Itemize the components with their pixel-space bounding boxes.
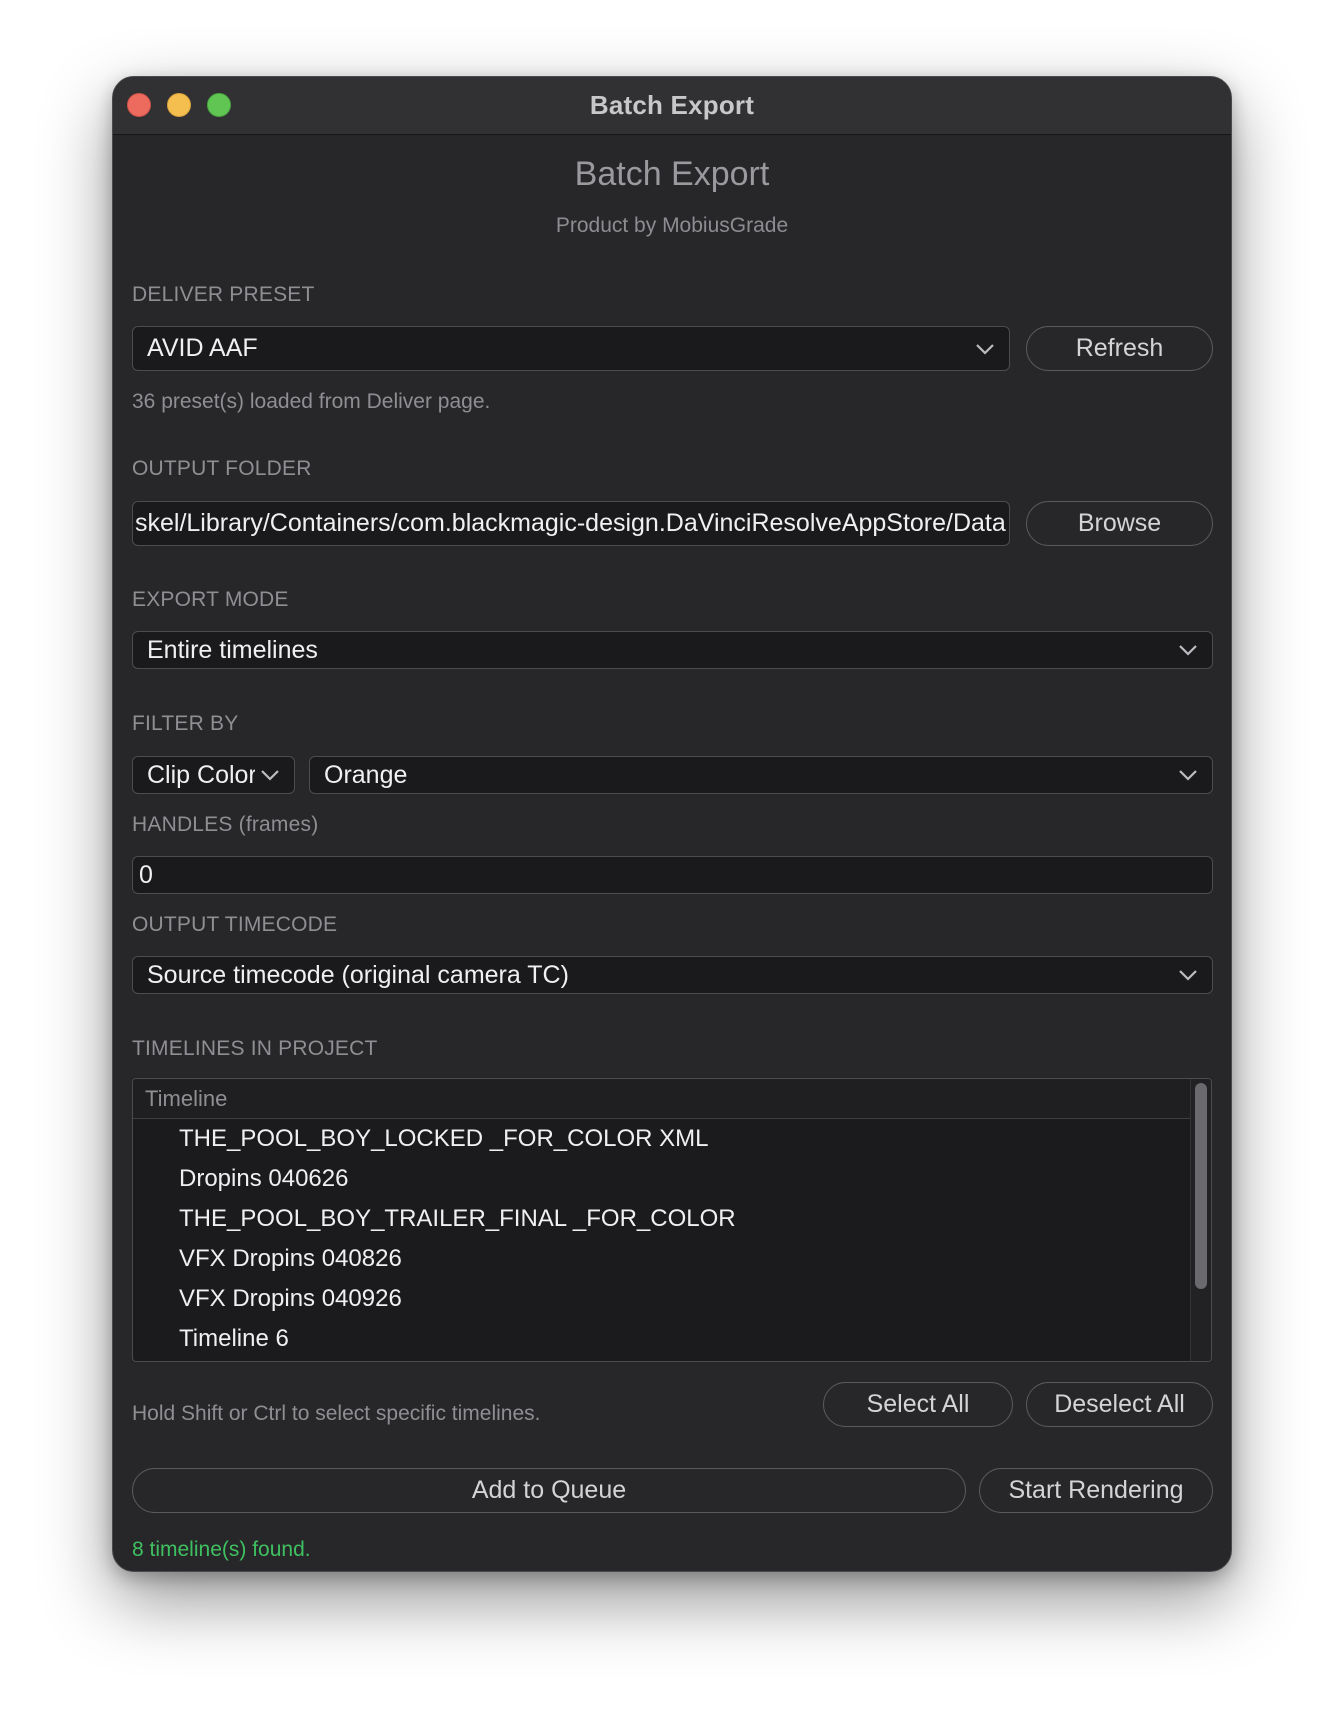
output-folder-label: OUTPUT FOLDER [132,457,312,480]
status-message: 8 timeline(s) found. [132,1538,311,1561]
deliver-preset-label: DELIVER PRESET [132,283,315,306]
maximize-window-button[interactable] [207,93,231,117]
chevron-down-icon [261,770,279,781]
timelines-label: TIMELINES IN PROJECT [132,1037,378,1060]
handles-input[interactable]: 0 [132,856,1213,894]
output-timecode-label: OUTPUT TIMECODE [132,913,338,936]
export-mode-label: EXPORT MODE [132,588,289,611]
browse-button[interactable]: Browse [1026,501,1213,546]
output-timecode-value: Source timecode (original camera TC) [147,960,569,989]
scrollbar-thumb[interactable] [1195,1083,1207,1289]
batch-export-window: Batch Export Batch Export Product by Mob… [112,76,1232,1572]
handles-value: 0 [139,860,153,889]
minimize-window-button[interactable] [167,93,191,117]
chevron-down-icon [976,343,994,355]
refresh-button[interactable]: Refresh [1026,326,1213,371]
close-window-button[interactable] [127,93,151,117]
list-item[interactable]: Dropins 040626 [133,1159,1191,1199]
timeline-rows: THE_POOL_BOY_LOCKED _FOR_COLOR XML Dropi… [133,1119,1191,1359]
list-item[interactable]: VFX Dropins 040926 [133,1279,1191,1319]
select-all-button[interactable]: Select All [823,1382,1013,1427]
timeline-column-label: Timeline [145,1085,228,1111]
timelines-scrollbar[interactable] [1190,1079,1211,1361]
list-item[interactable]: THE_POOL_BOY_LOCKED _FOR_COLOR XML [133,1119,1191,1159]
deselect-all-button[interactable]: Deselect All [1026,1382,1213,1427]
export-mode-select[interactable]: Entire timelines [132,631,1213,669]
filter-field-select[interactable]: Clip Color [132,756,295,794]
window-title: Batch Export [589,90,755,120]
app-subtitle: Product by MobiusGrade [555,214,789,237]
output-folder-path: skel/Library/Containers/com.blackmagic-d… [135,509,1006,537]
deliver-preset-value: AVID AAF [147,334,258,362]
list-item[interactable]: THE_POOL_BOY_TRAILER_FINAL _FOR_COLOR [133,1199,1191,1239]
filter-field-value: Clip Color [147,760,255,789]
deliver-preset-select[interactable]: AVID AAF [132,326,1010,371]
chevron-down-icon [1179,645,1197,656]
output-folder-input[interactable]: skel/Library/Containers/com.blackmagic-d… [132,501,1010,546]
start-rendering-button[interactable]: Start Rendering [979,1468,1213,1513]
timeline-selection-hint: Hold Shift or Ctrl to select specific ti… [132,1402,541,1425]
handles-label: HANDLES (frames) [132,813,319,836]
preset-count-hint: 36 preset(s) loaded from Deliver page. [132,390,491,413]
output-timecode-select[interactable]: Source timecode (original camera TC) [132,956,1213,994]
app-title: Batch Export [574,155,770,193]
chevron-down-icon [1179,970,1197,981]
filter-value: Orange [324,760,408,789]
filter-value-select[interactable]: Orange [309,756,1213,794]
chevron-down-icon [1179,770,1197,781]
filter-by-label: FILTER BY [132,712,239,735]
title-bar[interactable]: Batch Export [113,77,1231,135]
list-item[interactable]: Timeline 6 [133,1319,1191,1359]
timelines-list[interactable]: Timeline THE_POOL_BOY_LOCKED _FOR_COLOR … [132,1078,1212,1362]
list-item[interactable]: VFX Dropins 040826 [133,1239,1191,1279]
add-to-queue-button[interactable]: Add to Queue [132,1468,966,1513]
timeline-column-header[interactable]: Timeline [133,1079,1191,1119]
export-mode-value: Entire timelines [147,635,318,664]
